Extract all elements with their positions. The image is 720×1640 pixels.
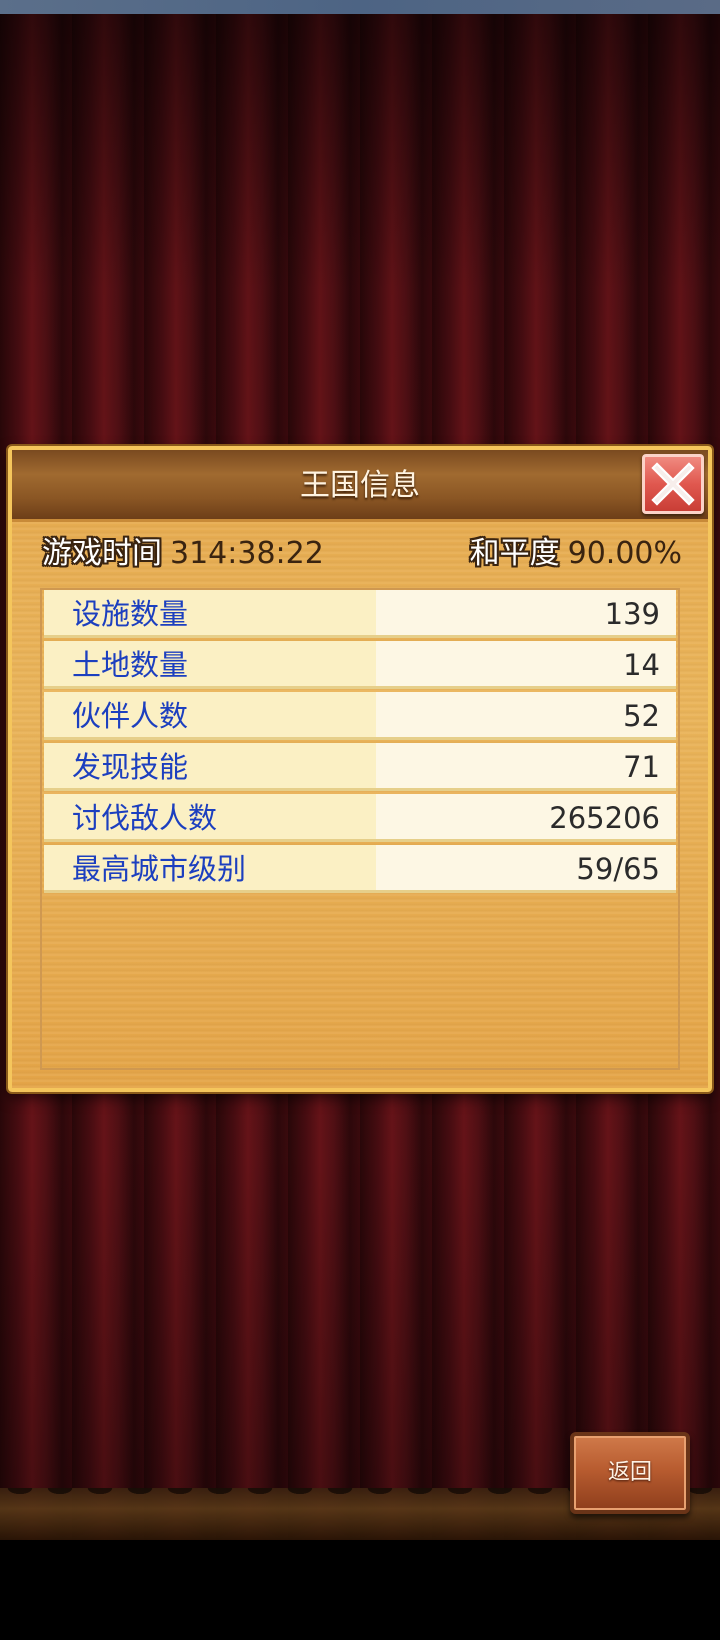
row-label: 讨伐敌人数: [44, 794, 376, 839]
table-row: 最高城市级别 59/65: [44, 845, 676, 893]
row-value: 14: [376, 641, 676, 686]
table-row: 发现技能 71: [44, 743, 676, 791]
table-row: 讨伐敌人数 265206: [44, 794, 676, 842]
play-time-label: 游戏时间: [42, 536, 162, 571]
row-value: 71: [376, 743, 676, 788]
panel-title: 王国信息: [300, 468, 420, 503]
row-value: 265206: [376, 794, 676, 839]
navigation-bar: [0, 1540, 720, 1640]
row-value: 139: [376, 590, 676, 635]
row-label: 设施数量: [44, 590, 376, 635]
peace-label: 和平度: [469, 536, 560, 571]
close-button[interactable]: [642, 454, 704, 514]
row-label: 土地数量: [44, 641, 376, 686]
table-row: 伙伴人数 52: [44, 692, 676, 740]
table-row: 土地数量 14: [44, 641, 676, 689]
play-time: 游戏时间 314:38:22: [42, 532, 324, 576]
back-button[interactable]: 返回: [570, 1432, 690, 1514]
table-row: 设施数量 139: [44, 590, 676, 638]
row-label: 伙伴人数: [44, 692, 376, 737]
kingdom-info-panel: 王国信息 游戏时间 314:38:22 和平度 90.00% 设施数量 139 土地…: [8, 446, 712, 1092]
peace-value: 90.00%: [567, 536, 682, 571]
row-label: 发现技能: [44, 743, 376, 788]
stats-table: 设施数量 139 土地数量 14 伙伴人数 52 发现技能 71 讨伐敌人数 2…: [40, 588, 680, 1070]
row-value: 59/65: [376, 845, 676, 890]
row-value: 52: [376, 692, 676, 737]
status-bar: [0, 0, 720, 14]
row-label: 最高城市级别: [44, 845, 376, 890]
play-time-value: 314:38:22: [170, 536, 324, 571]
close-x-icon: [651, 462, 695, 506]
peace-level: 和平度 90.00%: [470, 532, 682, 576]
